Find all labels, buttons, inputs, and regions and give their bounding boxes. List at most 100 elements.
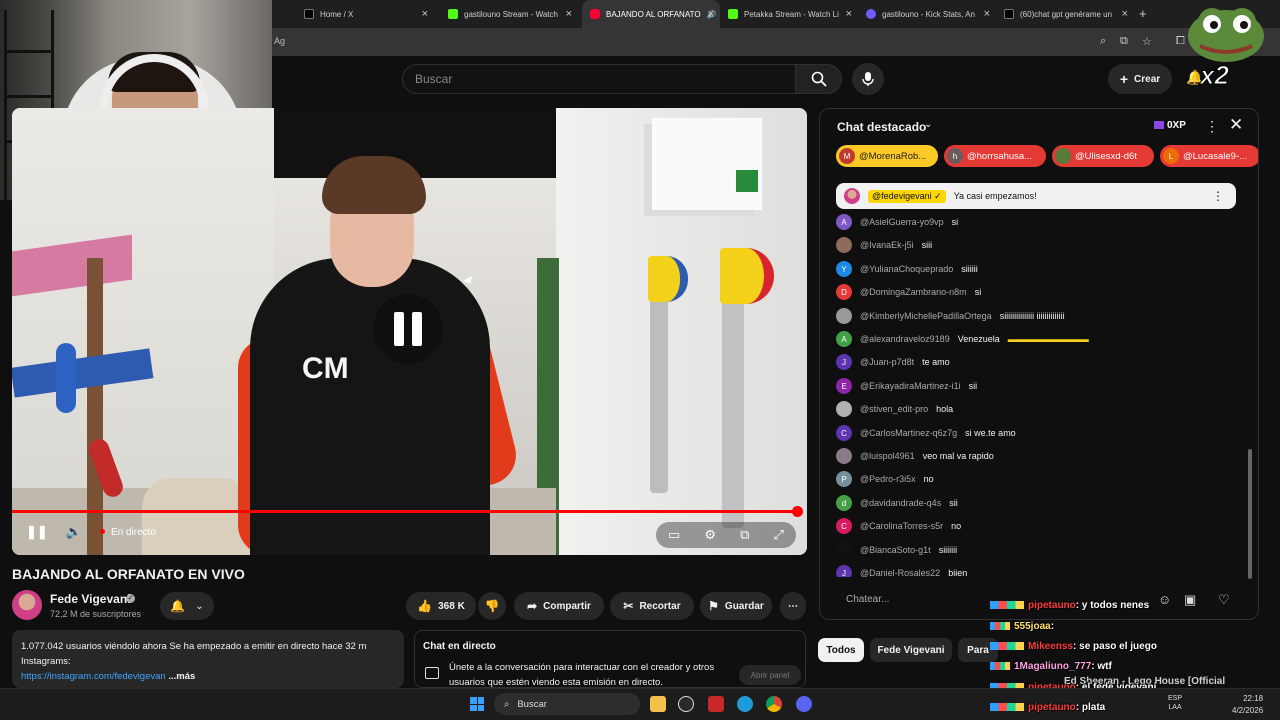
save-button[interactable]: ⚑ Guardar — [700, 592, 772, 620]
chat-author[interactable]: @CarlosMartinez-q6z7g — [860, 428, 957, 438]
chat-message[interactable]: @BiancaSoto-g1t siiiiiii — [836, 539, 957, 561]
language-indicator[interactable]: ESP LAA — [1168, 694, 1182, 712]
taskbar-search[interactable]: ⌕ Buscar — [494, 693, 640, 715]
chat-avatar[interactable]: A — [836, 331, 852, 347]
chat-author[interactable]: @Daniel-Rosales22 — [860, 568, 940, 577]
close-tab-icon[interactable]: × — [422, 8, 428, 20]
subscription-bell-button[interactable]: 🔔 ⌄ — [160, 592, 214, 620]
open-panel-button[interactable]: Abrir panel — [739, 665, 801, 685]
center-pause-button[interactable] — [373, 294, 443, 364]
windows-start-icon[interactable] — [470, 697, 484, 711]
search-button[interactable] — [796, 64, 842, 94]
browser-tab-gastilouno[interactable]: gastilouno Stream - Watch × — [440, 0, 578, 28]
chat-author[interactable]: @Pedro-r3i5x — [860, 474, 916, 484]
close-tab-icon[interactable]: × — [984, 8, 990, 20]
chat-avatar[interactable]: A — [836, 214, 852, 230]
donor-chip[interactable]: L @Lucasale9-... — [1160, 145, 1258, 167]
donor-chip[interactable]: h @horrsahusa... — [944, 145, 1046, 167]
chat-message[interactable]: E @ErikayadiraMartinez-i1i sii — [836, 375, 977, 397]
filter-chip-all[interactable]: Todos — [818, 638, 864, 662]
chat-message[interactable]: D @DomingaZambrano-n8m si — [836, 281, 981, 303]
chevron-down-icon[interactable]: ⌄ — [924, 119, 932, 130]
chat-avatar[interactable]: D — [836, 284, 852, 300]
chat-message[interactable]: A @AsielGuerra-yo9vp si — [836, 211, 958, 233]
dislike-button[interactable]: 👎 — [478, 592, 506, 620]
steam-icon[interactable] — [678, 696, 694, 712]
chat-author[interactable]: @BiancaSoto-g1t — [860, 545, 931, 555]
emoji-icon[interactable]: ☺ — [1158, 592, 1171, 607]
donor-chip[interactable]: M @MorenaRob... — [836, 145, 938, 167]
chat-author[interactable]: @davidandrade-q4s — [860, 498, 941, 508]
bookmark-star-icon[interactable]: ☆ — [1142, 35, 1152, 48]
video-player[interactable]: CM ❚❚ 🔊 En directo ▭ ⚙ ⧉ ⤢ — [12, 108, 807, 555]
file-explorer-icon[interactable] — [650, 696, 666, 712]
progress-bar[interactable] — [12, 510, 798, 513]
chat-author[interactable]: @KimberlyMichellePadillaOrtega — [860, 311, 992, 321]
chat-avatar[interactable]: P — [836, 471, 852, 487]
chat-author[interactable]: @alexandraveloz9189 — [860, 334, 950, 344]
chat-avatar[interactable] — [836, 308, 852, 324]
more-actions-button[interactable]: ⋯ — [780, 592, 806, 620]
subtitles-icon[interactable]: ▭ — [668, 527, 680, 543]
like-button[interactable]: 👍 368 K — [406, 592, 476, 620]
miniplayer-icon[interactable]: ⧉ — [740, 527, 749, 543]
cast-icon[interactable]: ⧉ — [1120, 35, 1128, 48]
chat-avatar[interactable] — [836, 401, 852, 417]
chat-avatar[interactable] — [836, 448, 852, 464]
browser-tab-tiktok[interactable]: (60)chat gpt genérame un × — [996, 0, 1134, 28]
browser-tab-youtube[interactable]: BAJANDO AL ORFANATO 🔊 × — [582, 0, 720, 28]
chat-avatar[interactable]: J — [836, 354, 852, 370]
browser-tab-kickstats[interactable]: gastilouno - Kick Stats, An × — [858, 0, 996, 28]
create-button[interactable]: + Crear — [1108, 64, 1172, 94]
chat-message[interactable]: P @Pedro-r3i5x no — [836, 468, 934, 490]
edge-icon[interactable] — [737, 696, 753, 712]
chat-avatar[interactable]: Y — [836, 261, 852, 277]
close-tab-icon[interactable]: × — [846, 8, 852, 20]
video-editor-icon[interactable] — [708, 696, 724, 712]
xp-badge[interactable]: 0XP — [1154, 120, 1186, 131]
chat-message[interactable]: C @CarlosMartinez-q6z7g si we.te amo — [836, 422, 1016, 444]
chat-author[interactable]: @ErikayadiraMartinez-i1i — [860, 381, 961, 391]
pinned-menu-icon[interactable]: ⋮ — [1212, 189, 1224, 203]
chat-message[interactable]: @luispol4961 veo mal va rapido — [836, 445, 994, 467]
pinned-message[interactable]: @fedevigevani ✓ Ya casi empezamos! ⋮ — [836, 183, 1236, 209]
chat-avatar[interactable] — [836, 237, 852, 253]
browser-tab-petakka[interactable]: Petakka Stream - Watch Li × — [720, 0, 858, 28]
chat-message[interactable]: C @CarolinaTorres-s5r no — [836, 515, 961, 537]
channel-avatar[interactable] — [12, 590, 42, 620]
search-input[interactable]: Buscar — [402, 64, 796, 94]
chat-author[interactable]: @IvanaEk-j5i — [860, 240, 914, 250]
new-tab-button[interactable]: + — [1139, 6, 1147, 21]
donor-chip[interactable]: @Ulisesxd-d6t — [1052, 145, 1154, 167]
chat-author[interactable]: @luispol4961 — [860, 451, 915, 461]
chat-avatar[interactable]: E — [836, 378, 852, 394]
channel-name[interactable]: Fede Vigevani — [50, 592, 130, 606]
discord-icon[interactable] — [796, 696, 812, 712]
chat-avatar[interactable] — [836, 542, 852, 558]
clip-button[interactable]: ✂ Recortar — [610, 592, 694, 620]
chat-avatar[interactable]: C — [836, 518, 852, 534]
pause-button[interactable]: ❚❚ — [26, 524, 48, 540]
chat-author[interactable]: @Juan-p7d8t — [860, 357, 914, 367]
chat-author[interactable]: @CarolinaTorres-s5r — [860, 521, 943, 531]
heart-icon[interactable]: ♡ — [1218, 592, 1230, 608]
close-tab-icon[interactable]: × — [708, 8, 714, 20]
chat-message[interactable]: J @Daniel-Rosales22 biien — [836, 562, 967, 577]
volume-icon[interactable]: 🔊 — [66, 524, 82, 540]
chat-message[interactable]: @KimberlyMichellePadillaOrtega siiiiiiiii… — [836, 305, 1065, 327]
voice-search-button[interactable] — [852, 63, 884, 95]
chat-author[interactable]: @YulianaChoqueprado — [860, 264, 953, 274]
chat-message[interactable]: @stiven_edit-pro hola — [836, 398, 953, 420]
live-indicator[interactable]: En directo — [99, 527, 156, 538]
settings-gear-icon[interactable]: ⚙ — [704, 527, 716, 543]
close-chat-icon[interactable]: ✕ — [1229, 115, 1243, 135]
instagram-link[interactable]: https://instagram.com/fedevigevan — [21, 671, 166, 682]
close-tab-icon[interactable]: × — [1122, 8, 1128, 20]
chat-avatar[interactable]: d — [836, 495, 852, 511]
chat-message[interactable]: A @alexandraveloz9189 Venezuela ▬▬▬▬▬▬▬▬▬▬ — [836, 328, 1089, 350]
progress-scrubber[interactable] — [792, 506, 803, 517]
chat-author[interactable]: @stiven_edit-pro — [860, 404, 928, 414]
chat-avatar[interactable]: J — [836, 565, 852, 577]
show-more-link[interactable]: ...más — [168, 671, 195, 682]
zoom-icon[interactable]: ⌕ — [1100, 35, 1106, 48]
